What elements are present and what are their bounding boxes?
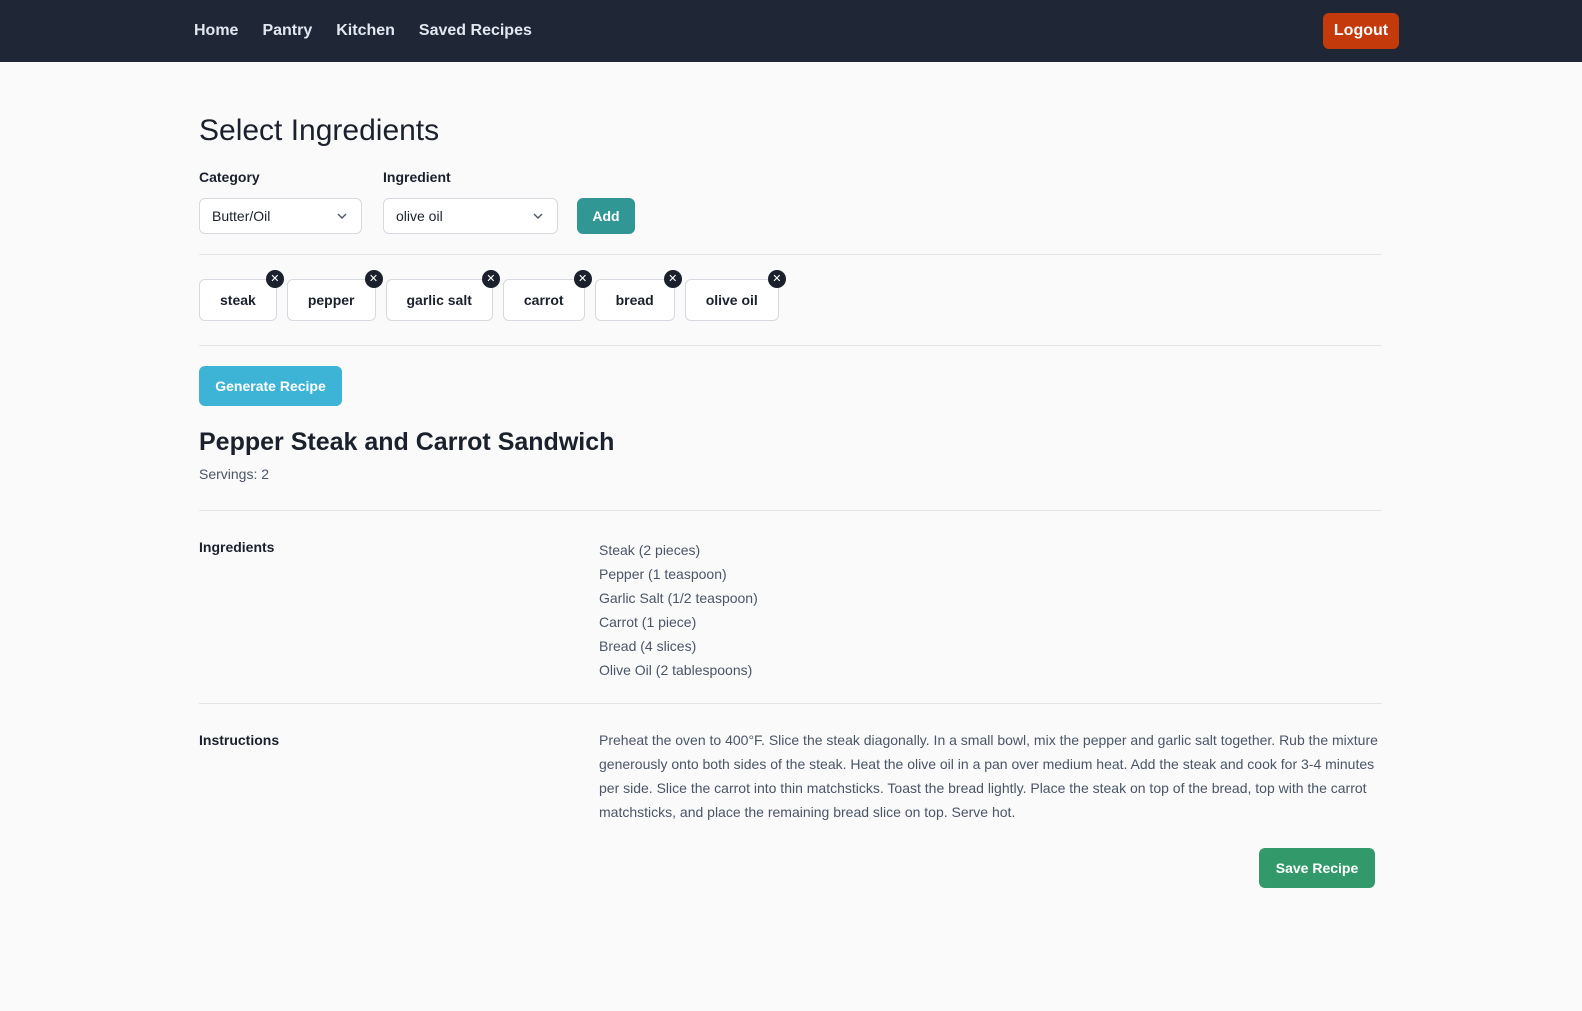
recipe-servings: Servings: 2 xyxy=(199,466,270,482)
divider xyxy=(199,254,1382,255)
category-label: Category xyxy=(199,169,260,185)
ingredients-heading: Ingredients xyxy=(199,539,275,555)
recipe-ingredient: Carrot (1 piece) xyxy=(599,614,697,630)
recipe-title: Pepper Steak and Carrot Sandwich xyxy=(199,428,615,456)
chevron-down-icon xyxy=(533,213,543,219)
divider xyxy=(199,510,1382,511)
chip-label: carrot xyxy=(523,292,564,308)
remove-chip-icon[interactable]: ✕ xyxy=(767,270,786,288)
ingredient-chip: steak ✕ xyxy=(199,270,284,321)
save-recipe-button[interactable]: Save Recipe xyxy=(1259,848,1375,888)
add-button[interactable]: Add xyxy=(577,198,635,234)
chevron-down-icon xyxy=(337,213,347,219)
instructions-heading: Instructions xyxy=(199,732,280,748)
ingredient-value: olive oil xyxy=(396,208,443,224)
chip-label: steak xyxy=(220,292,256,308)
page-title: Select Ingredients xyxy=(199,114,440,147)
nav-links: Home Pantry Kitchen Saved Recipes xyxy=(194,0,556,62)
logout-button[interactable]: Logout xyxy=(1323,13,1399,49)
nav-home[interactable]: Home xyxy=(194,22,238,40)
remove-chip-icon[interactable]: ✕ xyxy=(364,270,383,288)
chip-label: pepper xyxy=(307,292,355,308)
ingredient-label: Ingredient xyxy=(383,169,451,185)
category-select[interactable]: Butter/Oil xyxy=(199,198,362,234)
remove-chip-icon[interactable]: ✕ xyxy=(573,270,592,288)
ingredient-select[interactable]: olive oil xyxy=(383,198,558,234)
divider xyxy=(199,703,1382,704)
nav-pantry[interactable]: Pantry xyxy=(262,22,312,40)
ingredient-chip: bread ✕ xyxy=(594,270,682,321)
navbar: Home Pantry Kitchen Saved Recipes Logout xyxy=(0,0,1582,62)
ingredient-chip: garlic salt ✕ xyxy=(385,270,500,321)
chip-label: olive oil xyxy=(705,292,758,308)
generate-recipe-button[interactable]: Generate Recipe xyxy=(199,366,342,406)
category-value: Butter/Oil xyxy=(212,208,271,224)
remove-chip-icon[interactable]: ✕ xyxy=(481,270,500,288)
nav-kitchen[interactable]: Kitchen xyxy=(336,22,395,40)
ingredient-chip: pepper ✕ xyxy=(286,270,383,321)
remove-chip-icon[interactable]: ✕ xyxy=(663,270,682,288)
nav-saved-recipes[interactable]: Saved Recipes xyxy=(419,22,532,40)
ingredient-chip: carrot ✕ xyxy=(502,270,592,321)
recipe-ingredient: Bread (4 slices) xyxy=(599,638,697,654)
recipe-ingredients-list: Steak (2 pieces) Pepper (1 teaspoon) Gar… xyxy=(599,538,758,682)
selected-ingredients: steak ✕ pepper ✕ garlic salt ✕ carrot ✕ … xyxy=(199,270,789,321)
recipe-ingredient: Steak (2 pieces) xyxy=(599,542,701,558)
remove-chip-icon[interactable]: ✕ xyxy=(265,270,284,288)
chip-label: garlic salt xyxy=(406,292,472,308)
ingredient-chip: olive oil ✕ xyxy=(684,270,786,321)
chip-label: bread xyxy=(615,292,654,308)
recipe-ingredient: Pepper (1 teaspoon) xyxy=(599,566,727,582)
divider xyxy=(199,345,1382,346)
recipe-instructions: Preheat the oven to 400°F. Slice the ste… xyxy=(599,732,1378,820)
recipe-ingredient: Garlic Salt (1/2 teaspoon) xyxy=(599,590,758,606)
recipe-ingredient: Olive Oil (2 tablespoons) xyxy=(599,662,753,678)
